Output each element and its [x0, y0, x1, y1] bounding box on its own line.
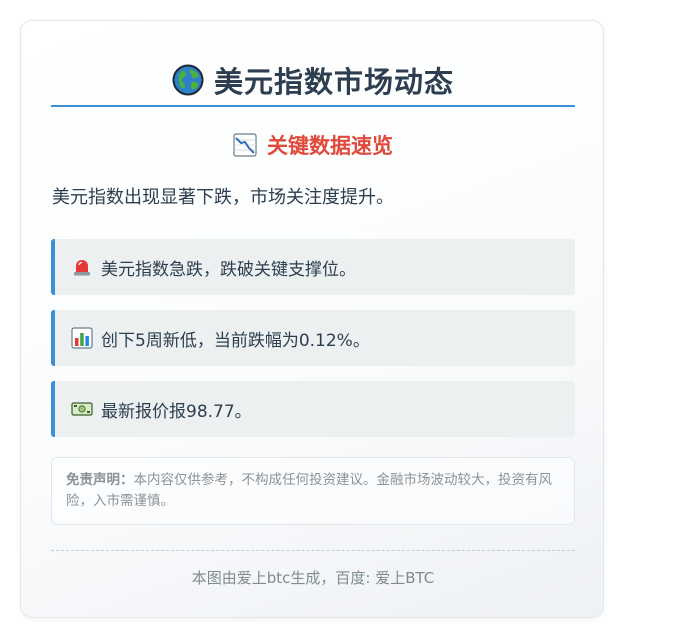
- section-title: 关键数据速览: [267, 134, 393, 158]
- intro-text: 美元指数出现显著下跌，市场关注度提升。: [52, 187, 394, 208]
- divider: [51, 550, 575, 551]
- globe-icon: [172, 64, 204, 96]
- section-header: 关键数据速览: [51, 129, 575, 161]
- item-text: 最新报价报98.77。: [101, 401, 252, 422]
- disclaimer-label: 免责声明：: [66, 472, 134, 488]
- news-card: 美元指数市场动态 关键数据速览 美元指数出现显著下跌，市场关注度提升。 美元指数…: [20, 20, 604, 618]
- footer-text: 本图由爱上btc生成，百度: 爱上BTC: [191, 569, 435, 587]
- item-text: 创下5周新低，当前跌幅为0.12%。: [101, 330, 370, 351]
- page-title: 美元指数市场动态: [213, 65, 454, 99]
- siren-icon: [74, 260, 90, 276]
- disclaimer-text: 本内容仅供参考，不构成任何投资建议。金融市场波动较大，投资有风险，入市需谨慎。: [66, 472, 552, 509]
- chart-decreasing-icon: [233, 133, 257, 157]
- card-header: 美元指数市场动态: [51, 55, 575, 107]
- dollar-banknote-icon: [71, 402, 93, 416]
- bar-chart-icon: [71, 327, 93, 349]
- item-text: 美元指数急跌，跌破关键支撑位。: [101, 259, 356, 280]
- disclaimer-box: 免责声明：本内容仅供参考，不构成任何投资建议。金融市场波动较大，投资有风险，入市…: [51, 457, 575, 525]
- list-item: 创下5周新低，当前跌幅为0.12%。: [51, 310, 575, 366]
- list-item: 美元指数急跌，跌破关键支撑位。: [51, 239, 575, 295]
- list-item: 最新报价报98.77。: [51, 381, 575, 437]
